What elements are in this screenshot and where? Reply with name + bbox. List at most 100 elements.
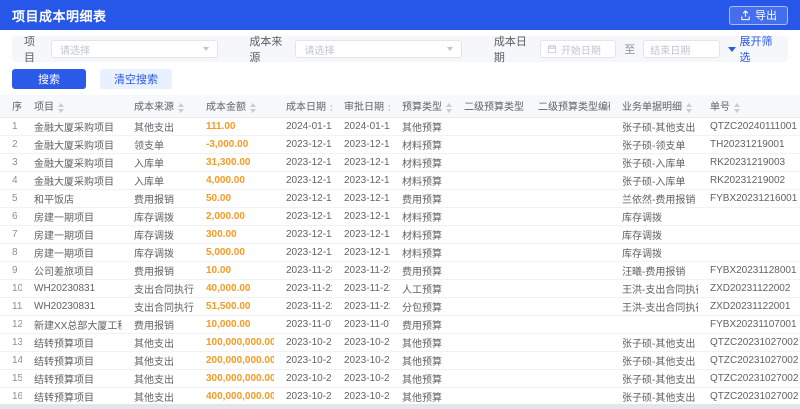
cell-business_document_detail: 张子硕-入库单 xyxy=(610,171,698,190)
cell-budget_type: 费用预算 xyxy=(390,189,452,208)
project-select-placeholder: 请选择 xyxy=(60,45,91,57)
cell-project: 新建XX总部大厦工程二期 xyxy=(22,315,122,334)
search-button[interactable]: 搜索 xyxy=(12,69,86,89)
cost-source-select[interactable]: 请选择 xyxy=(295,40,463,58)
calendar-icon xyxy=(547,44,557,54)
col-header-label: 二级预算类型 xyxy=(464,102,524,114)
cell-cost_source: 其他支出 xyxy=(122,369,194,388)
cell-serial: 3 xyxy=(0,153,22,172)
export-button[interactable]: 导出 xyxy=(729,5,788,25)
col-header-cost_date[interactable]: 成本日期 xyxy=(274,95,332,118)
cell-doc_number: FYBX20231107001 xyxy=(698,315,800,334)
cell-doc_number: QTZC20231027002 xyxy=(698,333,800,352)
table-row: 8 房建一期项目 库存调拨 5,000.00 2023-12-11 2023-12-11 材… xyxy=(0,243,800,262)
cell-cost_amount: 4,000.00 xyxy=(194,171,274,190)
action-buttons: 搜索 清空搜索 xyxy=(12,69,788,89)
cell-project: 金融大厦采购项目 xyxy=(22,117,122,136)
sort-icon[interactable] xyxy=(58,102,64,113)
sort-icon[interactable] xyxy=(686,102,692,113)
cell-project: 金融大厦采购项目 xyxy=(22,153,122,172)
cell-cost_source: 库存调拨 xyxy=(122,225,194,244)
cell-doc_number: RK20231219003 xyxy=(698,153,800,172)
cell-approval_date: 2023-10-27 xyxy=(332,333,390,352)
cell-project: WH20230831 xyxy=(22,279,122,298)
cell-secondary_budget_type_code xyxy=(526,243,610,262)
cell-approval_date: 2023-12-19 xyxy=(332,153,390,172)
expand-filter-link[interactable]: 展开筛选 xyxy=(727,33,776,65)
cell-project: 结转预算项目 xyxy=(22,369,122,388)
date-end-input[interactable]: 结束日期 xyxy=(643,40,720,58)
sort-icon[interactable] xyxy=(330,102,332,113)
col-header-label: 二级预算类型编码 xyxy=(538,102,610,114)
cell-project: WH20230831 xyxy=(22,297,122,316)
table-row: 3金融大厦采购项目入库单31,300.002023-12-192023-12-1… xyxy=(0,153,800,172)
cell-budget_type: 其他预算 xyxy=(390,387,452,406)
cell-secondary_budget_type xyxy=(452,171,526,190)
cell-secondary_budget_type xyxy=(452,117,526,136)
sort-icon[interactable] xyxy=(734,102,740,113)
cell-business_document_detail: 张子硕-其他支出 xyxy=(610,387,698,406)
cell-budget_type: 材料预算 xyxy=(390,171,452,190)
date-start-input[interactable]: 开始日期 xyxy=(539,40,617,58)
date-end-placeholder: 结束日期 xyxy=(650,45,691,57)
cell-cost_source: 支出合同执行 xyxy=(122,297,194,316)
cell-doc_number: QTZC20240111001 xyxy=(698,117,800,136)
cell-doc_number: TH20231219001 xyxy=(698,135,800,154)
chevron-down-icon xyxy=(447,47,454,51)
cell-secondary_budget_type_code xyxy=(526,189,610,208)
col-header-label: 成本金额 xyxy=(206,102,246,114)
sort-icon[interactable] xyxy=(250,102,256,113)
table-row: 11 WH20230831 支出合同执行 51,500.00 2023-11-22 202… xyxy=(0,297,800,316)
cell-business_document_detail: 库存调拨 xyxy=(610,225,698,244)
col-header-business_document_detail[interactable]: 业务单据明细 xyxy=(610,95,698,118)
col-header-secondary_budget_type[interactable]: 二级预算类型 xyxy=(452,95,526,118)
sort-icon[interactable] xyxy=(388,102,390,113)
cell-approval_date: 2023-12-11 xyxy=(332,207,390,226)
col-header-budget_type[interactable]: 预算类型 xyxy=(390,95,452,118)
table-row: 16结转预算项目其他支出400,000,000.002023-10-272023… xyxy=(0,387,800,406)
cell-cost_source: 库存调拨 xyxy=(122,207,194,226)
col-header-project[interactable]: 项目 xyxy=(22,95,122,118)
date-start-placeholder: 开始日期 xyxy=(560,45,601,57)
cell-cost_date: 2023-12-11 xyxy=(274,243,332,262)
chevron-down-icon xyxy=(202,47,209,51)
main-card: 项目 请选择 成本来源 请选择 成本日期 开始日期 至 结束日期 展开筛选 搜索… xyxy=(0,30,800,409)
cell-secondary_budget_type xyxy=(452,387,526,406)
cell-project: 结转预算项目 xyxy=(22,333,122,352)
col-header-secondary_budget_type_code[interactable]: 二级预算类型编码 xyxy=(526,95,610,118)
cell-cost_source: 入库单 xyxy=(122,171,194,190)
cell-cost_amount: 40,000.00 xyxy=(194,279,274,298)
col-header-approval_date[interactable]: 审批日期 xyxy=(332,95,390,118)
cell-serial: 14 xyxy=(0,351,22,370)
col-header-doc_number[interactable]: 单号 xyxy=(698,95,800,118)
cell-approval_date: 2023-12-11 xyxy=(332,225,390,244)
cell-secondary_budget_type_code xyxy=(526,135,610,154)
cell-budget_type: 材料预算 xyxy=(390,153,452,172)
cell-project: 金融大厦采购项目 xyxy=(22,135,122,154)
cell-doc_number: ZXD20231122001 xyxy=(698,297,800,316)
cell-secondary_budget_type_code xyxy=(526,117,610,136)
cell-doc_number xyxy=(698,207,800,226)
clear-search-button[interactable]: 清空搜索 xyxy=(100,69,172,89)
cell-business_document_detail: 汪曦-费用报销 xyxy=(610,261,698,280)
cell-business_document_detail xyxy=(610,315,698,334)
cell-budget_type: 人工预算 xyxy=(390,279,452,298)
cell-budget_type: 费用预算 xyxy=(390,261,452,280)
col-header-cost_source[interactable]: 成本来源 xyxy=(122,95,194,118)
cell-secondary_budget_type xyxy=(452,351,526,370)
table-row: 14结转预算项目其他支出200,000,000.002023-10-272023… xyxy=(0,351,800,370)
sort-icon[interactable] xyxy=(446,102,452,113)
sort-icon[interactable] xyxy=(178,102,184,113)
col-header-cost_amount[interactable]: 成本金额 xyxy=(194,95,274,118)
project-select[interactable]: 请选择 xyxy=(51,40,218,58)
cell-serial: 6 xyxy=(0,207,22,226)
table-row: 6 房建一期项目 库存调拨 2,000.00 2023-12-11 2023-12-11 材… xyxy=(0,207,800,226)
table-body: 1 金融大厦采购项目 其他支出 111.00 2024-01-11 2024-01-11 其… xyxy=(0,117,800,409)
cost-source-filter-label: 成本来源 xyxy=(249,36,283,64)
cell-cost_date: 2023-12-16 xyxy=(274,189,332,208)
cell-cost_amount: 2,000.00 xyxy=(194,207,274,226)
cell-secondary_budget_type_code xyxy=(526,351,610,370)
cell-secondary_budget_type_code xyxy=(526,315,610,334)
cell-secondary_budget_type xyxy=(452,135,526,154)
cell-cost_amount: 111.00 xyxy=(194,117,274,136)
